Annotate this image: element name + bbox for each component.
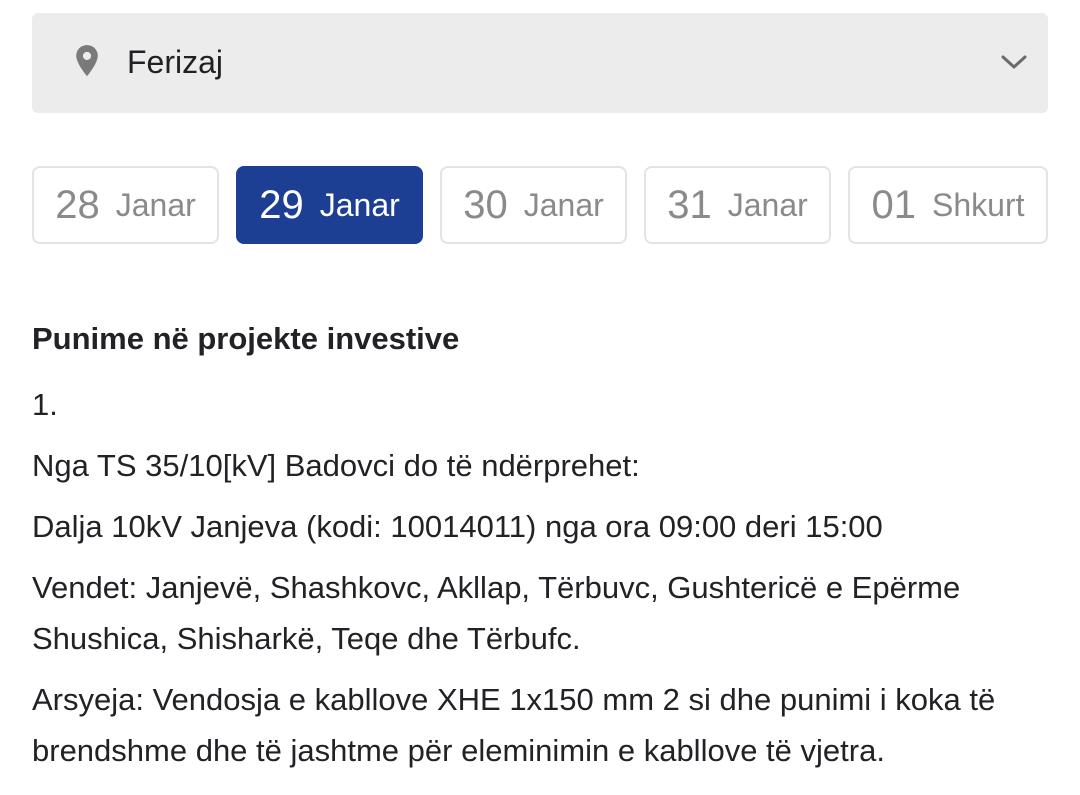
date-month: Janar: [727, 187, 808, 223]
date-month: Janar: [319, 187, 400, 223]
location-label: Ferizaj: [127, 44, 224, 80]
date-chip-01-shkurt[interactable]: 01 Shkurt: [848, 166, 1048, 244]
date-day: 31: [667, 183, 712, 227]
date-day: 30: [463, 183, 508, 227]
date-chip-28-janar[interactable]: 28 Janar: [32, 166, 219, 244]
location-pin-icon: [76, 45, 98, 77]
date-month: Janar: [523, 187, 604, 223]
notice-number: 1.: [32, 387, 58, 422]
notice-line: Dalja 10kV Janjeva (kodi: 10014011) nga …: [32, 509, 883, 544]
date-selector: 28 Janar 29 Janar 30 Janar 31 Janar 01 S…: [32, 166, 1048, 244]
date-chip-30-janar[interactable]: 30 Janar: [440, 166, 627, 244]
date-month: Shkurt: [932, 187, 1025, 223]
date-day: 01: [871, 183, 917, 227]
notice-content: Punime në projekte investive 1. Nga TS 3…: [32, 318, 1042, 786]
date-month: Janar: [115, 187, 196, 223]
date-chip-29-janar[interactable]: 29 Janar: [236, 166, 423, 244]
notice-title: Punime në projekte investive: [32, 321, 460, 356]
location-select[interactable]: Ferizaj: [32, 13, 1048, 113]
notice-reason: Arsyeja: Vendosja e kabllove XHE 1x150 m…: [32, 682, 996, 768]
notice-places: Vendet: Janjevë, Shashkovc, Akllap, Tërb…: [32, 570, 961, 656]
notice-source: Nga TS 35/10[kV] Badovci do të ndërprehe…: [32, 448, 640, 483]
date-day: 28: [55, 183, 100, 227]
date-chip-31-janar[interactable]: 31 Janar: [644, 166, 831, 244]
date-day: 29: [259, 183, 304, 227]
chevron-down-icon: [1001, 55, 1027, 69]
